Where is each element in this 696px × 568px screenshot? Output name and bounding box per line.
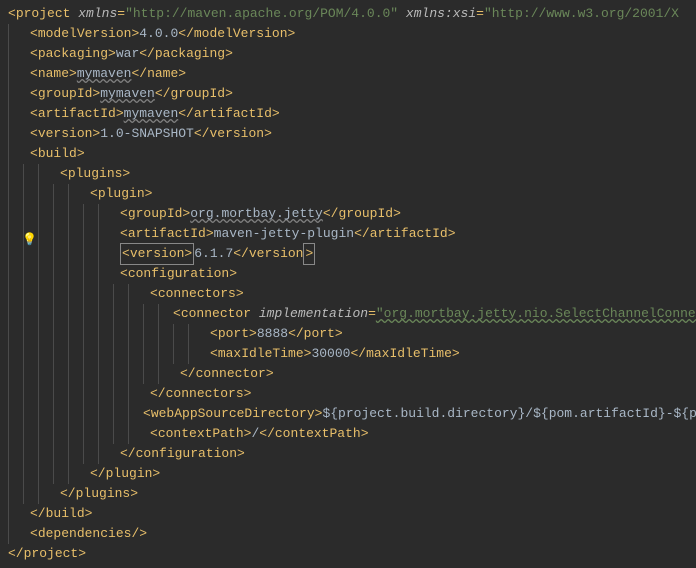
code-line: </plugin>	[8, 464, 696, 484]
code-line: </build>	[8, 504, 696, 524]
code-line: <connectors>	[8, 284, 696, 304]
code-line: </configuration>	[8, 444, 696, 464]
code-line: <contextPath>/</contextPath>	[8, 424, 696, 444]
code-line: </connectors>	[8, 384, 696, 404]
code-line: </connector>	[8, 364, 696, 384]
code-line: <dependencies/>	[8, 524, 696, 544]
code-line: <plugin>	[8, 184, 696, 204]
code-line: <name>mymaven</name>	[8, 64, 696, 84]
code-line: <project xmlns="http://maven.apache.org/…	[8, 4, 696, 24]
code-line: <packaging>war</packaging>	[8, 44, 696, 64]
code-editor[interactable]: <project xmlns="http://maven.apache.org/…	[0, 0, 696, 568]
code-line: <build>	[8, 144, 696, 164]
code-line: <artifactId>maven-jetty-plugin</artifact…	[8, 224, 696, 244]
code-line: <webAppSourceDirectory>${project.build.d…	[8, 404, 696, 424]
code-line: <connector implementation="org.mortbay.j…	[8, 304, 696, 324]
code-line: </plugins>	[8, 484, 696, 504]
intention-bulb-icon[interactable]: 💡	[22, 230, 37, 250]
code-line: <maxIdleTime>30000</maxIdleTime>	[8, 344, 696, 364]
code-line: <port>8888</port>	[8, 324, 696, 344]
code-line: <configuration>	[8, 264, 696, 284]
code-line: <version>1.0-SNAPSHOT</version>	[8, 124, 696, 144]
code-line: <groupId>mymaven</groupId>	[8, 84, 696, 104]
code-line: <artifactId>mymaven</artifactId>	[8, 104, 696, 124]
code-line: <modelVersion>4.0.0</modelVersion>	[8, 24, 696, 44]
code-line: </project>	[8, 544, 696, 564]
code-line: <plugins>	[8, 164, 696, 184]
code-line: <groupId>org.mortbay.jetty</groupId>	[8, 204, 696, 224]
code-line: <version>6.1.7</version>	[8, 244, 696, 264]
